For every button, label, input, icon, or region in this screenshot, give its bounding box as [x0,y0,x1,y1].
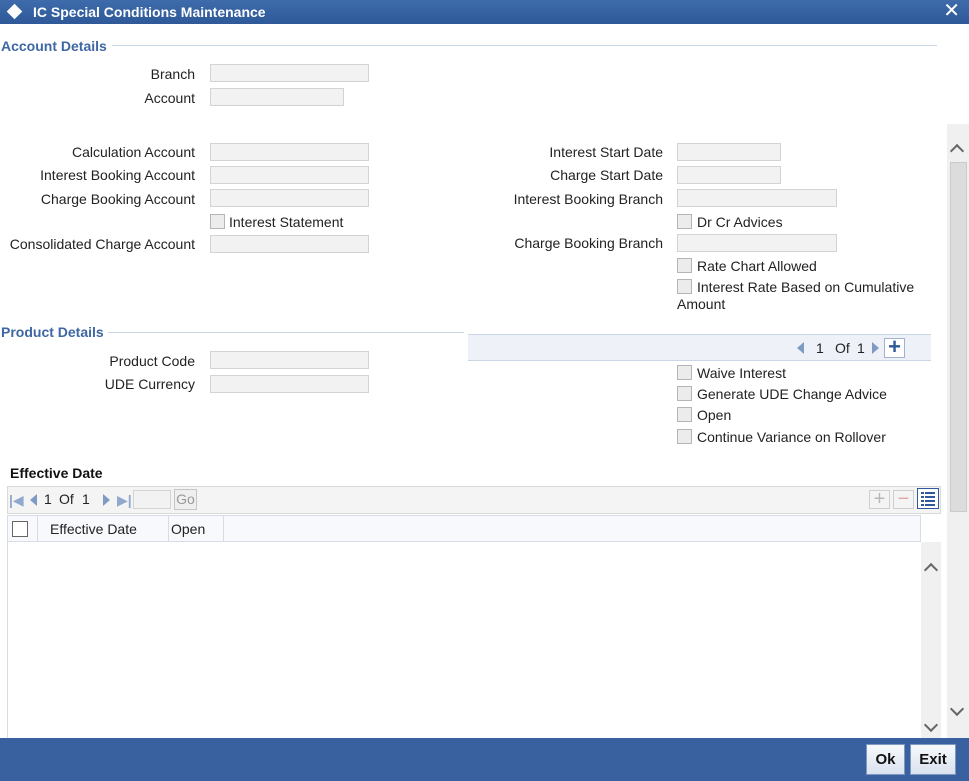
exit-button[interactable]: Exit [910,744,956,775]
account-details-title: Account Details [1,38,107,54]
grid-body [7,542,941,738]
section-divider [108,332,464,333]
ude-currency-label: UDE Currency [104,376,195,392]
column-divider [223,515,224,542]
last-page-icon[interactable]: ▶| [117,492,132,509]
delete-row-button[interactable]: − [893,488,914,510]
single-record-view-button[interactable] [917,488,939,509]
interest-booking-account-label: Interest Booking Account [40,167,195,183]
page-number-input[interactable] [133,490,171,509]
column-header-open[interactable]: Open [171,521,205,537]
rate-chart-allowed-label: Rate Chart Allowed [697,258,817,274]
open-label: Open [697,407,732,423]
app-diamond-icon [6,3,23,20]
minus-icon: − [897,488,910,510]
previous-page-icon[interactable] [30,494,37,506]
branch-input[interactable] [210,64,369,82]
consolidated-charge-account-input[interactable] [210,235,369,253]
add-product-button[interactable]: + [884,336,905,358]
grid-pager-of: Of [59,491,74,507]
charge-booking-branch-input[interactable] [677,234,837,252]
column-header-effective-date[interactable]: Effective Date [50,521,137,537]
product-details-title: Product Details [1,324,104,340]
grid-header-row [7,515,921,542]
interest-statement-checkbox[interactable] [210,214,225,229]
section-divider [112,45,937,46]
first-page-icon[interactable]: |◀ [9,492,24,509]
column-divider [168,515,169,542]
dr-cr-advices-checkbox[interactable] [677,214,692,229]
product-pager-current: 1 [816,340,824,356]
plus-icon: + [888,334,901,359]
calculation-account-label: Calculation Account [72,144,195,160]
continue-variance-checkbox[interactable] [677,429,692,444]
account-input[interactable] [210,88,344,106]
grid-pager-total: 1 [82,491,90,507]
charge-start-date-input[interactable] [677,166,781,184]
column-divider [37,515,38,542]
dr-cr-advices-label: Dr Cr Advices [697,214,783,230]
calculation-account-input[interactable] [210,143,369,161]
next-icon[interactable] [872,342,879,354]
charge-booking-branch-label: Charge Booking Branch [514,235,663,251]
product-pager-total: 1 [857,340,865,356]
branch-label: Branch [150,66,195,82]
interest-start-date-label: Interest Start Date [549,144,663,160]
select-all-checkbox[interactable] [12,521,28,537]
next-page-icon[interactable] [103,494,110,506]
list-view-icon [921,492,935,506]
product-code-label: Product Code [109,353,195,369]
plus-icon: + [873,488,886,510]
interest-rate-cumulative-checkbox[interactable] [677,279,692,294]
charge-booking-account-label: Charge Booking Account [40,191,195,207]
rate-chart-allowed-checkbox[interactable] [677,258,692,273]
product-pager-of: Of [835,340,850,356]
interest-booking-account-input[interactable] [210,166,369,184]
continue-variance-label: Continue Variance on Rollover [697,429,886,445]
interest-start-date-input[interactable] [677,143,781,161]
close-icon[interactable]: ✕ [943,0,960,22]
grid-pager-current: 1 [44,491,52,507]
go-button[interactable]: Go [174,489,197,510]
interest-rate-cumulative-label-cont: Amount [677,296,726,312]
ok-button[interactable]: Ok [866,744,905,775]
title-bar: IC Special Conditions Maintenance ✕ [0,0,969,24]
charge-booking-account-input[interactable] [210,189,369,207]
main-scrollbar-thumb[interactable] [950,162,967,512]
account-label: Account [144,90,195,106]
ude-currency-input[interactable] [210,375,369,393]
generate-ude-change-advice-checkbox[interactable] [677,386,692,401]
open-checkbox[interactable] [677,407,692,422]
interest-statement-label: Interest Statement [229,214,344,230]
charge-start-date-label: Charge Start Date [550,167,663,183]
effective-date-title: Effective Date [10,465,103,481]
interest-rate-cumulative-label: Interest Rate Based on Cumulative [697,279,915,295]
waive-interest-checkbox[interactable] [677,365,692,380]
generate-ude-change-advice-label: Generate UDE Change Advice [697,386,887,402]
previous-icon[interactable] [797,342,804,354]
footer-bar [0,738,969,781]
interest-booking-branch-label: Interest Booking Branch [513,191,663,207]
add-row-button[interactable]: + [869,488,890,510]
product-code-input[interactable] [210,351,369,369]
interest-booking-branch-input[interactable] [677,189,837,207]
waive-interest-label: Waive Interest [697,365,786,381]
window-title: IC Special Conditions Maintenance [33,4,266,20]
consolidated-charge-account-label: Consolidated Charge Account [9,236,195,252]
